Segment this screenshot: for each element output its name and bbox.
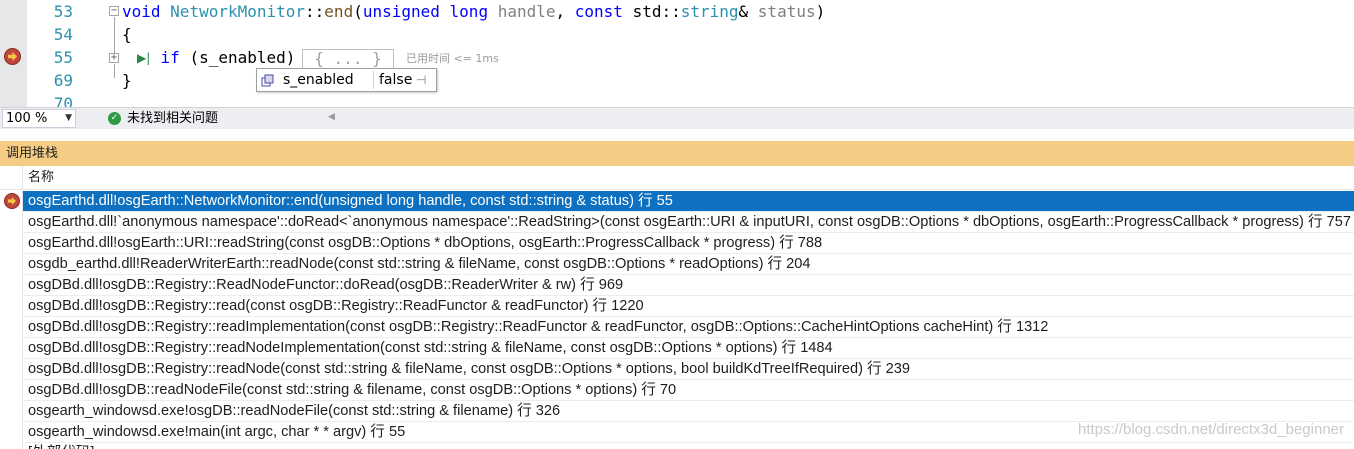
frame-icon-cell[interactable] — [0, 380, 23, 401]
callstack-frame-row[interactable]: osgearth_windowsd.exe!osgDB::readNodeFil… — [0, 401, 1354, 422]
callstack-frame-row[interactable]: osgDBd.dll!osgDB::Registry::readNodeImpl… — [0, 338, 1354, 359]
watermark: https://blog.csdn.net/directx3d_beginner — [1077, 421, 1344, 438]
code-token: unsigned long — [362, 2, 498, 21]
code-token: :: — [661, 2, 681, 21]
column-header-name[interactable]: 名称 — [28, 169, 54, 187]
code-token: status — [757, 2, 816, 21]
outline-collapse-icon[interactable]: − — [109, 6, 119, 16]
zoom-value: 100 % — [6, 111, 48, 126]
datatip-value[interactable]: false — [379, 72, 412, 89]
frame-icon-cell[interactable] — [0, 191, 23, 212]
datatip-divider — [373, 71, 374, 89]
code-token: end — [324, 2, 354, 21]
code-token: handle — [497, 2, 556, 21]
frame-icon-cell[interactable] — [0, 254, 23, 275]
code-token: & — [738, 2, 758, 21]
frame-name: osgEarthd.dll!`anonymous namespace'::doR… — [28, 214, 1351, 230]
datatip-variable-name: s_enabled — [283, 72, 354, 88]
code-line[interactable]: 54 { — [0, 23, 1354, 46]
code-token: ( — [353, 2, 363, 21]
current-frame-arrow-icon — [4, 193, 20, 209]
frame-name: osgDBd.dll!osgDB::readNodeFile(const std… — [28, 382, 677, 398]
code-token: void — [122, 2, 171, 21]
frame-icon-cell[interactable] — [0, 359, 23, 380]
frame-icon-cell[interactable] — [0, 212, 23, 233]
frame-icon-cell[interactable] — [0, 296, 23, 317]
issues-status-text[interactable]: 未找到相关问题 — [127, 110, 218, 128]
callstack-frame-row[interactable]: osgEarthd.dll!`anonymous namespace'::doR… — [0, 212, 1354, 233]
frame-name: osgDBd.dll!osgDB::Registry::readNode(con… — [28, 361, 911, 377]
callstack-frame-row[interactable]: osgDBd.dll!osgDB::readNodeFile(const std… — [0, 380, 1354, 401]
collapsed-block[interactable]: { ... } — [302, 49, 394, 69]
frame-name: osgDBd.dll!osgDB::Registry::readImplemen… — [28, 319, 1049, 335]
code-editor[interactable]: 53 void NetworkMonitor::end(unsigned long… — [0, 0, 1354, 107]
column-divider[interactable] — [22, 166, 23, 190]
code-token: NetworkMonitor — [170, 2, 306, 21]
perf-tip[interactable]: 已用时间 <= 1ms — [406, 51, 499, 67]
callstack-column-header: 名称 — [0, 166, 1354, 190]
line-number: 55 — [53, 48, 73, 67]
line-number: 54 — [53, 25, 73, 44]
frame-icon-cell[interactable] — [0, 338, 23, 359]
field-icon — [261, 74, 274, 87]
frame-name: osgearth_windowsd.exe!main(int argc, cha… — [28, 424, 406, 440]
line-number: 69 — [53, 71, 73, 90]
code-text[interactable]: } — [122, 69, 132, 92]
outline-guide — [114, 64, 115, 78]
outline-guide — [114, 17, 115, 55]
code-token: ) — [815, 2, 826, 21]
run-to-click-icon[interactable]: ▶| — [137, 51, 150, 65]
frame-name: osgDBd.dll!osgDB::Registry::readNodeImpl… — [28, 340, 833, 356]
code-token: const — [574, 2, 633, 21]
callstack-frame-row[interactable]: osgEarthd.dll!osgEarth::URI::readString(… — [0, 233, 1354, 254]
callstack-frame-row[interactable]: osgDBd.dll!osgDB::Registry::read(const o… — [0, 296, 1354, 317]
code-line[interactable]: 53 void NetworkMonitor::end(unsigned long… — [0, 0, 1354, 23]
code-token: } — [122, 71, 132, 90]
callstack-list[interactable]: osgEarthd.dll!osgEarth::NetworkMonitor::… — [0, 191, 1354, 449]
callstack-title-bar[interactable]: 调用堆栈 — [0, 141, 1354, 166]
callstack-frame-row[interactable]: osgDBd.dll!osgDB::Registry::readImplemen… — [0, 317, 1354, 338]
callstack-frame-row[interactable]: osgdb_earthd.dll!ReaderWriterEarth::read… — [0, 254, 1354, 275]
frame-name: osgearth_windowsd.exe!osgDB::readNodeFil… — [28, 403, 561, 419]
pin-icon[interactable]: ⊣ — [416, 73, 426, 87]
scroll-left-icon[interactable]: ◀ — [328, 112, 335, 122]
callstack-frame-row[interactable]: osgEarthd.dll!osgEarth::NetworkMonitor::… — [0, 191, 1354, 212]
check-circle-icon: ✓ — [108, 112, 121, 125]
datatip[interactable]: s_enabled false ⊣ — [256, 68, 437, 92]
callstack-frame-row[interactable]: osgDBd.dll!osgDB::Registry::ReadNodeFunc… — [0, 275, 1354, 296]
code-text[interactable]: void NetworkMonitor::end(unsigned long h… — [122, 0, 825, 23]
code-token: { — [122, 25, 132, 44]
frame-name: osgDBd.dll!osgDB::Registry::read(const o… — [28, 298, 644, 314]
zoom-dropdown[interactable]: 100 % ▼ — [2, 109, 76, 128]
frame-name: osgdb_earthd.dll!ReaderWriterEarth::read… — [28, 256, 811, 272]
code-token: string — [680, 2, 739, 21]
line-number: 53 — [53, 2, 73, 21]
frame-name: osgDBd.dll!osgDB::Registry::ReadNodeFunc… — [28, 277, 624, 293]
chevron-down-icon: ▼ — [65, 113, 72, 123]
code-text[interactable]: { — [122, 23, 132, 46]
frame-icon-cell[interactable] — [0, 422, 23, 443]
callstack-title: 调用堆栈 — [6, 146, 59, 161]
code-line[interactable]: 70 — [0, 92, 1354, 107]
code-line[interactable]: 69} — [0, 69, 1354, 92]
callstack-frame-row[interactable]: [外部代码] — [0, 443, 1354, 449]
frame-icon-cell[interactable] — [0, 443, 23, 449]
frame-name: [外部代码] — [28, 443, 95, 449]
frame-icon-cell[interactable] — [0, 233, 23, 254]
editor-status-bar: 100 % ▼ ✓ 未找到相关问题 ◀ — [0, 107, 1354, 129]
code-token: :: — [305, 2, 325, 21]
code-token: , — [555, 2, 575, 21]
code-line[interactable]: 55 if (s_enabled) — [0, 46, 1354, 69]
outline-expand-icon[interactable]: + — [109, 53, 119, 63]
line-number: 70 — [53, 94, 73, 107]
code-token: std — [632, 2, 662, 21]
frame-name: osgEarthd.dll!osgEarth::NetworkMonitor::… — [28, 193, 673, 209]
code-token: (s_enabled) — [189, 48, 296, 67]
callstack-frame-row[interactable]: osgDBd.dll!osgDB::Registry::readNode(con… — [0, 359, 1354, 380]
frame-icon-cell[interactable] — [0, 401, 23, 422]
frame-icon-cell[interactable] — [0, 317, 23, 338]
frame-icon-cell[interactable] — [0, 275, 23, 296]
frame-name: osgEarthd.dll!osgEarth::URI::readString(… — [28, 235, 823, 251]
code-token: if — [160, 48, 190, 67]
